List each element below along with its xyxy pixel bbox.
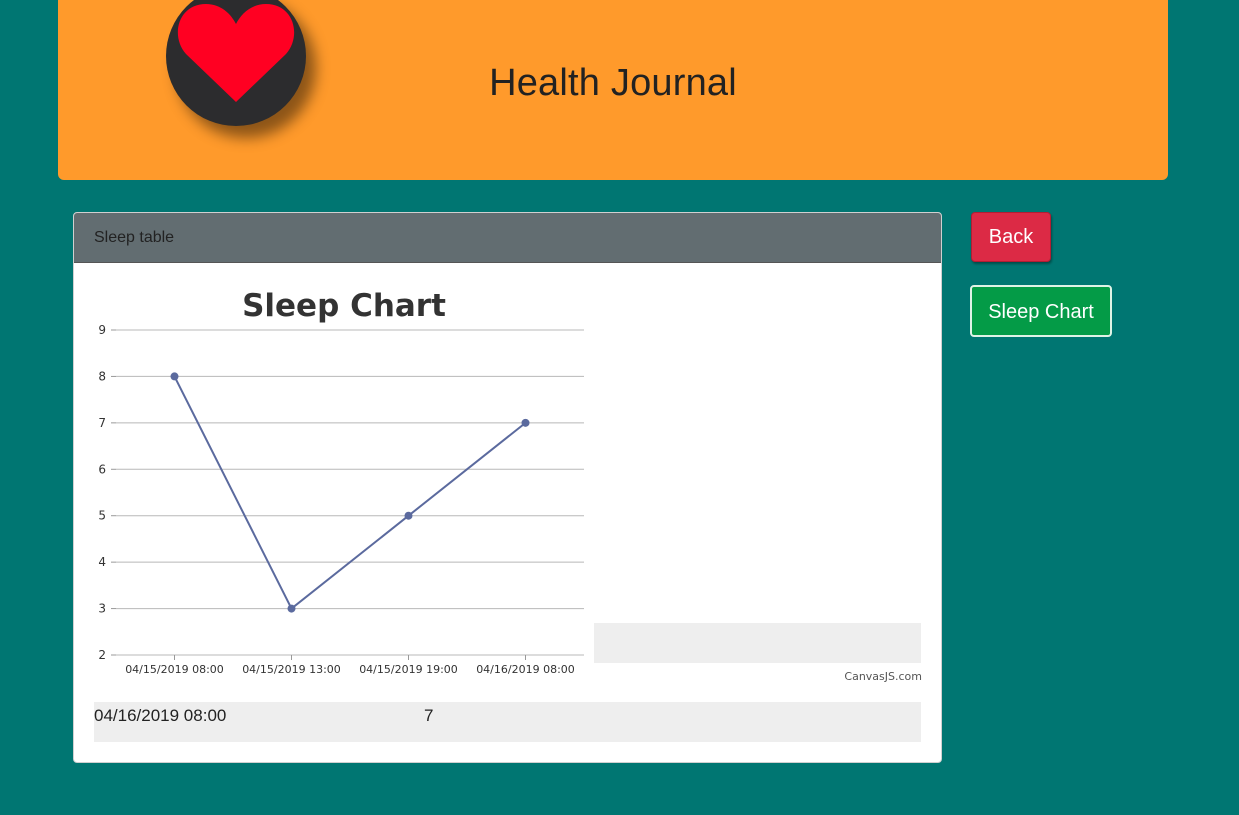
y-tick-label: 8: [98, 369, 106, 383]
y-tick-label: 7: [98, 416, 106, 430]
back-button[interactable]: Back: [971, 212, 1051, 262]
data-point: [287, 604, 296, 613]
series-line: [173, 375, 527, 611]
chart-credit[interactable]: CanvasJS.com: [844, 670, 922, 683]
y-tick-label: 9: [98, 323, 106, 337]
row-time: 04/16/2019 08:00: [94, 706, 227, 725]
chart-canvas: Sleep Chart 2 3 4 5 6 7 8 9 04/15/2019 08:00 04/15…: [98, 288, 584, 676]
data-point: [170, 372, 179, 381]
x-tick-label: 04/15/2019 13:00: [242, 663, 341, 676]
page-title: Health Journal: [489, 62, 737, 104]
row-value: 7: [424, 706, 434, 725]
y-tick-label: 5: [98, 509, 106, 523]
x-tick-label: 04/16/2019 08:00: [476, 663, 575, 676]
chart-title: Sleep Chart: [242, 288, 446, 324]
app-header: Health Journal: [58, 0, 1168, 180]
y-tick-label: 4: [98, 555, 106, 569]
sleep-chart: Sleep Chart 2 3 4 5 6 7 8 9 04/15/2019 08:00 04/15…: [94, 273, 924, 703]
card-header: Sleep table: [74, 213, 941, 263]
x-tick-label: 04/15/2019 08:00: [125, 663, 224, 676]
y-tick-label: 3: [98, 602, 106, 616]
table-row: 04/16/2019 08:00 7: [94, 702, 921, 742]
sleep-chart-button[interactable]: Sleep Chart: [970, 285, 1112, 337]
y-tick-label: 2: [98, 648, 106, 662]
x-tick-label: 04/15/2019 19:00: [359, 663, 458, 676]
sleep-card: Sleep table Sleep Chart 2 3 4 5 6 7 8 9 04/15/201…: [73, 212, 942, 763]
data-point: [404, 511, 413, 520]
data-point: [521, 418, 530, 427]
y-tick-label: 6: [98, 462, 106, 476]
